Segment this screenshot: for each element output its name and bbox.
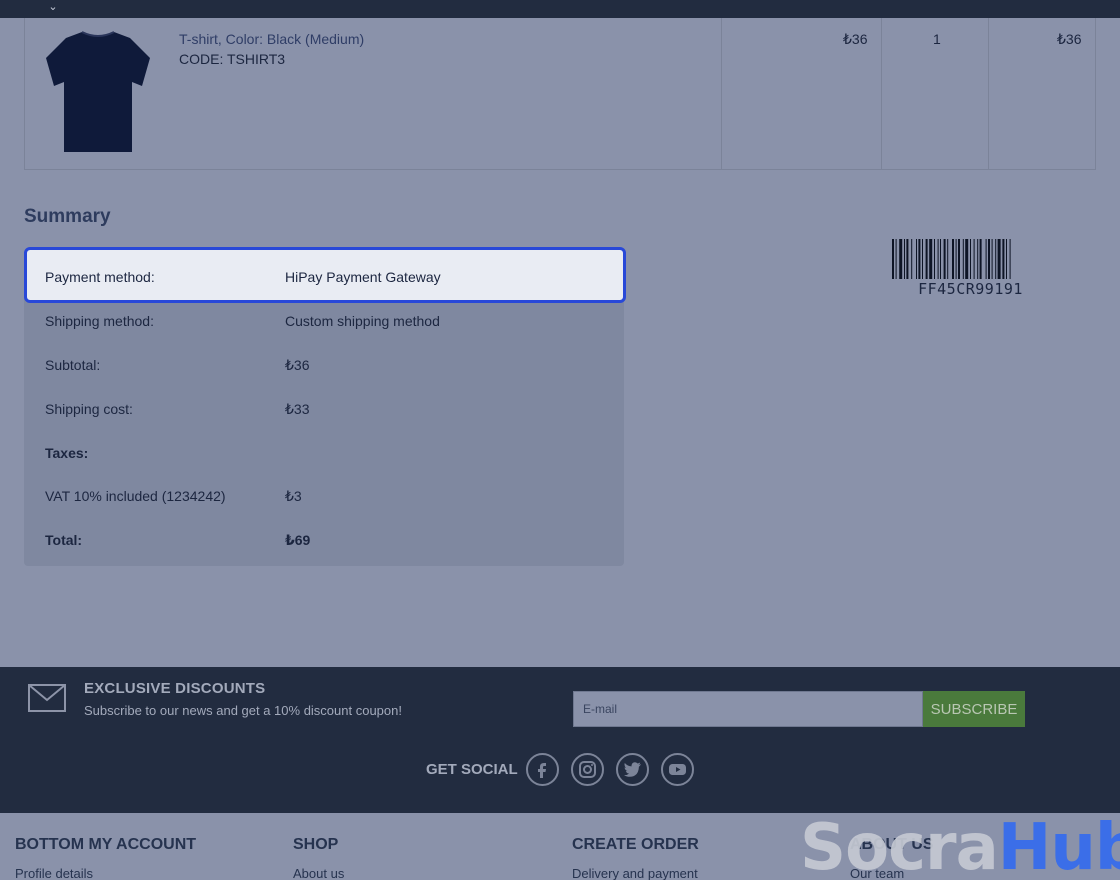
footer-heading-account: BOTTOM MY ACCOUNT <box>15 836 197 853</box>
facebook-icon[interactable] <box>526 753 559 786</box>
summary-row-subtotal: Subtotal: ₺36 <box>45 357 605 377</box>
line-total: ₺36 <box>1057 31 1082 47</box>
barcode-image <box>892 239 1011 279</box>
twitter-icon[interactable] <box>616 753 649 786</box>
summary-row-payment-method[interactable]: Payment method: HiPay Payment Gateway <box>24 247 626 303</box>
product-code: CODE: TSHIRT3 <box>179 51 286 67</box>
newsletter-subtitle: Subscribe to our news and get a 10% disc… <box>84 703 402 718</box>
summary-label: Shipping method: <box>45 313 154 329</box>
summary-row-taxes: Taxes: <box>45 445 605 465</box>
footer-link-delivery[interactable]: Delivery and payment <box>572 866 698 880</box>
summary-value: ₺3 <box>285 488 302 504</box>
summary-label: Taxes: <box>45 445 89 461</box>
footer-heading-create-order: CREATE ORDER <box>572 836 699 853</box>
summary-row-vat: VAT 10% included (1234242) ₺3 <box>45 488 605 508</box>
table-divider <box>881 18 882 169</box>
socrahub-watermark: SocraHub <box>800 812 1120 880</box>
summary-title: Summary <box>24 206 111 227</box>
summary-row-shipping-cost: Shipping cost: ₺33 <box>45 401 605 421</box>
get-social-label: GET SOCIAL <box>426 761 518 778</box>
email-input[interactable] <box>573 691 923 727</box>
summary-value: ₺33 <box>285 401 310 417</box>
summary-value: ₺36 <box>285 357 310 373</box>
product-image[interactable] <box>44 30 152 156</box>
instagram-icon[interactable] <box>571 753 604 786</box>
payment-method-label: Payment method: <box>45 269 155 285</box>
summary-value: ₺69 <box>285 532 311 548</box>
barcode-text: FF45CR99191 <box>918 280 1023 298</box>
watermark-part: Socra <box>800 811 999 880</box>
summary-value: Custom shipping method <box>285 313 440 329</box>
summary-label: Total: <box>45 532 83 548</box>
watermark-part: Hub <box>997 811 1120 880</box>
top-bar: ⌄ <box>0 0 1120 18</box>
mail-icon <box>28 684 66 712</box>
summary-label: Shipping cost: <box>45 401 133 417</box>
footer-link-about[interactable]: About us <box>293 866 344 880</box>
footer-link-profile[interactable]: Profile details <box>15 866 93 880</box>
table-divider <box>988 18 989 169</box>
unit-price: ₺36 <box>843 31 868 47</box>
payment-method-value: HiPay Payment Gateway <box>285 269 441 285</box>
newsletter-title: EXCLUSIVE DISCOUNTS <box>84 680 266 697</box>
summary-row-shipping-method: Shipping method: Custom shipping method <box>45 313 605 333</box>
footer-heading-shop: SHOP <box>293 836 339 853</box>
summary-row-total: Total: ₺69 <box>45 532 605 552</box>
summary-label: Subtotal: <box>45 357 101 373</box>
chevron-down-icon[interactable]: ⌄ <box>46 0 60 14</box>
summary-label: VAT 10% included (1234242) <box>45 488 226 504</box>
product-name-link[interactable]: T-shirt, Color: Black (Medium) <box>179 31 364 47</box>
quantity: 1 <box>933 31 941 47</box>
youtube-icon[interactable] <box>661 753 694 786</box>
subscribe-button[interactable]: SUBSCRIBE <box>923 691 1025 727</box>
table-divider <box>721 18 722 169</box>
